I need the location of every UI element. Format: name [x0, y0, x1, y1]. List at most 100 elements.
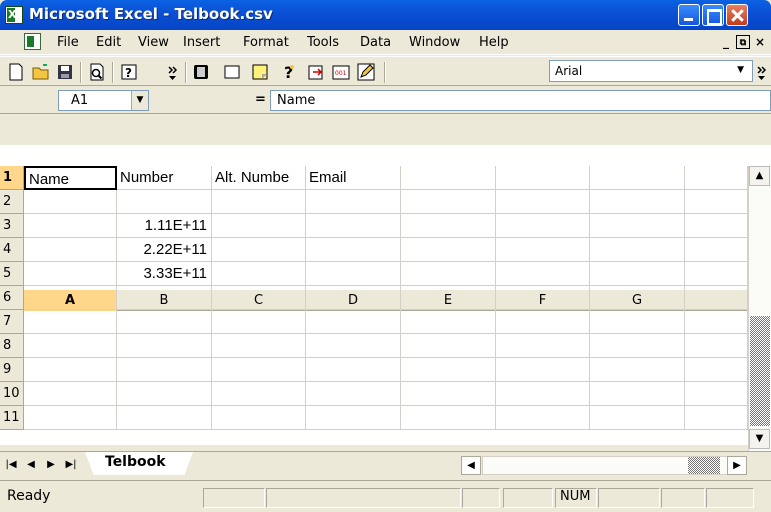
scroll-left-button[interactable]: ◀ — [461, 456, 481, 475]
minimize-button[interactable] — [678, 4, 700, 26]
cell-a10[interactable] — [24, 382, 117, 406]
menu-window[interactable]: Window — [409, 35, 460, 50]
chevron-down-icon[interactable]: ▼ — [131, 91, 148, 110]
cell-g11[interactable] — [590, 406, 685, 430]
cell-b2[interactable] — [117, 190, 212, 214]
menu-data[interactable]: Data — [360, 35, 391, 50]
cell-f3[interactable] — [496, 214, 590, 238]
cell-d11[interactable] — [306, 406, 401, 430]
cell-d6[interactable] — [306, 286, 401, 310]
cell-b4[interactable]: 2.22E+11 — [117, 238, 212, 262]
cell-b8[interactable] — [117, 334, 212, 358]
cell-d8[interactable] — [306, 334, 401, 358]
cell-f1[interactable] — [496, 166, 590, 190]
form-icon[interactable] — [191, 62, 211, 82]
cell-a1[interactable]: Name — [24, 166, 117, 190]
more-icon[interactable] — [163, 62, 183, 82]
row-header-7[interactable]: 7 — [0, 310, 24, 334]
cell-a9[interactable] — [24, 358, 117, 382]
scroll-right-button[interactable]: ▶ — [727, 456, 747, 475]
cell-h8[interactable] — [685, 334, 748, 358]
menu-view[interactable]: View — [138, 35, 169, 50]
cell-a3[interactable] — [24, 214, 117, 238]
insert-arrow-icon[interactable] — [306, 62, 326, 82]
cell-e9[interactable] — [401, 358, 496, 382]
cell-h11[interactable] — [685, 406, 748, 430]
cell-f8[interactable] — [496, 334, 590, 358]
row-header-8[interactable]: 8 — [0, 334, 24, 358]
note-icon[interactable] — [250, 62, 270, 82]
cell-g1[interactable] — [590, 166, 685, 190]
more-icon[interactable] — [755, 62, 769, 82]
cell-g6[interactable] — [590, 286, 685, 310]
cell-d9[interactable] — [306, 358, 401, 382]
cell-c11[interactable] — [212, 406, 306, 430]
doc-close-icon[interactable]: × — [753, 35, 767, 49]
edit-formula-button[interactable]: = — [255, 92, 266, 107]
row-header-1[interactable]: 1 — [0, 166, 24, 190]
vertical-scroll-thumb[interactable] — [750, 316, 770, 426]
formula-input[interactable]: Name — [270, 90, 771, 111]
cell-f6[interactable] — [496, 286, 590, 310]
cell-h3[interactable] — [685, 214, 748, 238]
cell-h10[interactable] — [685, 382, 748, 406]
name-box[interactable]: A1 ▼ — [58, 90, 149, 111]
cell-f10[interactable] — [496, 382, 590, 406]
cell-g4[interactable] — [590, 238, 685, 262]
cell-f4[interactable] — [496, 238, 590, 262]
cell-b1[interactable]: Number — [117, 166, 212, 190]
save-icon[interactable] — [55, 62, 75, 82]
cell-h7[interactable] — [685, 310, 748, 334]
cell-f5[interactable] — [496, 262, 590, 286]
cell-a7[interactable] — [24, 310, 117, 334]
new-icon[interactable] — [6, 62, 26, 82]
cell-h5[interactable] — [685, 262, 748, 286]
cell-d10[interactable] — [306, 382, 401, 406]
last-sheet-button[interactable]: ▶| — [62, 456, 80, 473]
cell-b9[interactable] — [117, 358, 212, 382]
row-header-5[interactable]: 5 — [0, 262, 24, 286]
cell-e8[interactable] — [401, 334, 496, 358]
workbook-icon[interactable] — [24, 33, 41, 50]
cell-h6[interactable] — [685, 286, 748, 310]
cell-g10[interactable] — [590, 382, 685, 406]
row-header-11[interactable]: 11 — [0, 406, 24, 430]
row-header-10[interactable]: 10 — [0, 382, 24, 406]
cell-e10[interactable] — [401, 382, 496, 406]
cell-e6[interactable] — [401, 286, 496, 310]
cell-c6[interactable] — [212, 286, 306, 310]
chevron-down-icon[interactable]: ▼ — [737, 65, 744, 75]
cell-e1[interactable] — [401, 166, 496, 190]
cell-d1[interactable]: Email — [306, 166, 401, 190]
cell-c3[interactable] — [212, 214, 306, 238]
cell-b3[interactable]: 1.11E+11 — [117, 214, 212, 238]
cell-d7[interactable] — [306, 310, 401, 334]
next-sheet-button[interactable]: ▶ — [42, 456, 60, 473]
cell-a8[interactable] — [24, 334, 117, 358]
cell-a5[interactable] — [24, 262, 117, 286]
cell-g9[interactable] — [590, 358, 685, 382]
cell-d5[interactable] — [306, 262, 401, 286]
cell-h9[interactable] — [685, 358, 748, 382]
close-button[interactable] — [726, 4, 748, 26]
cell-g2[interactable] — [590, 190, 685, 214]
menu-file[interactable]: File — [57, 35, 79, 50]
question-icon[interactable]: ? — [279, 62, 299, 82]
cell-b6[interactable] — [117, 286, 212, 310]
vertical-scrollbar[interactable]: ▲ ▼ — [748, 166, 771, 451]
cell-a2[interactable] — [24, 190, 117, 214]
help-icon[interactable]: ? — [119, 62, 139, 82]
cell-e7[interactable] — [401, 310, 496, 334]
doc-restore-icon[interactable]: ⧉ — [736, 35, 750, 49]
font-name-box[interactable]: Arial ▼ — [549, 60, 753, 82]
excel-app-icon[interactable] — [5, 6, 23, 24]
print-preview-icon[interactable] — [87, 62, 107, 82]
cell-h4[interactable] — [685, 238, 748, 262]
cell-g7[interactable] — [590, 310, 685, 334]
menu-format[interactable]: Format — [243, 35, 289, 50]
cell-b7[interactable] — [117, 310, 212, 334]
cell-g5[interactable] — [590, 262, 685, 286]
horizontal-scroll-thumb[interactable] — [688, 457, 720, 474]
menu-help[interactable]: Help — [479, 35, 509, 50]
cell-a11[interactable] — [24, 406, 117, 430]
